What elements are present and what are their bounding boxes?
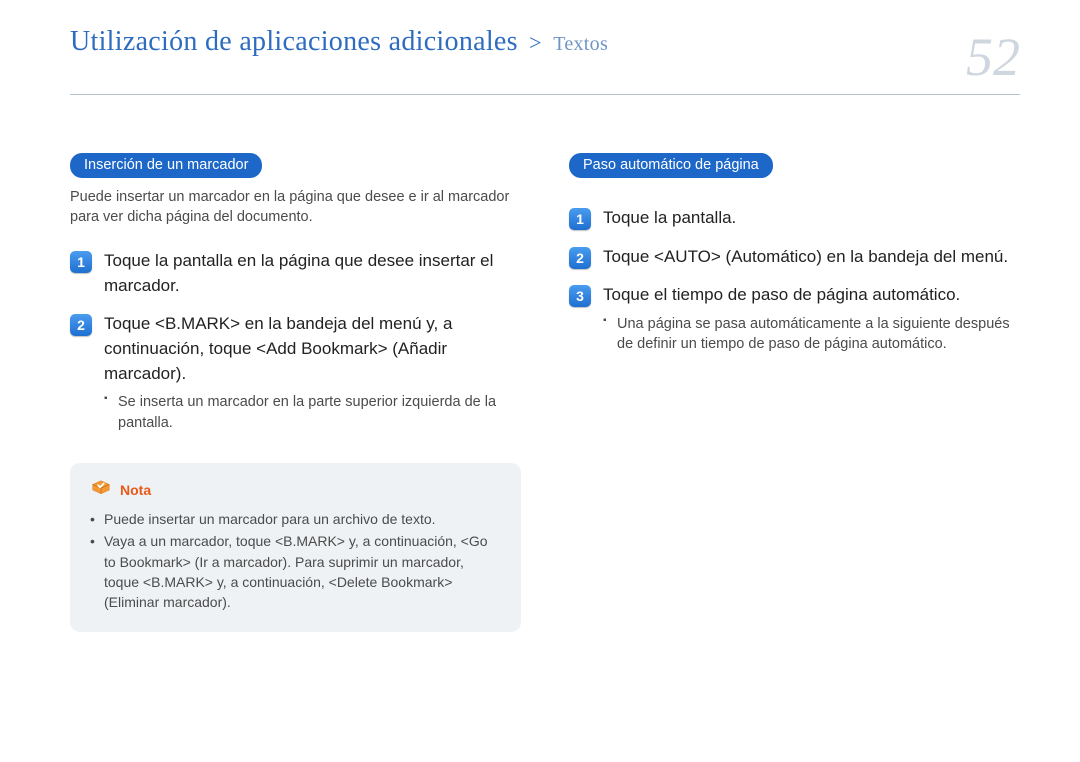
- step-number-badge: 1: [70, 251, 92, 273]
- section-pill-autopage: Paso automático de página: [569, 153, 773, 178]
- sublist-item: Una página se pasa automáticamente a la …: [603, 314, 1020, 355]
- note-list-item: Puede insertar un marcador para un archi…: [90, 509, 501, 529]
- steps-list-left: 1 Toque la pantalla en la página que des…: [70, 249, 521, 437]
- breadcrumb: Utilización de aplicaciones adicionales …: [70, 26, 608, 58]
- left-column: Inserción de un marcador Puede insertar …: [70, 153, 521, 632]
- step-number-badge: 2: [70, 314, 92, 336]
- note-box: Nota Puede insertar un marcador para un …: [70, 463, 521, 632]
- step-number-badge: 3: [569, 285, 591, 307]
- note-list: Puede insertar un marcador para un archi…: [90, 509, 501, 612]
- breadcrumb-sub: Textos: [553, 33, 608, 55]
- header: Utilización de aplicaciones adicionales …: [70, 26, 1020, 88]
- note-label: Nota: [120, 482, 151, 498]
- step-item: 2 Toque <AUTO> (Automático) en la bandej…: [569, 245, 1020, 270]
- breadcrumb-sep: >: [525, 30, 546, 55]
- sublist-item: Se inserta un marcador en la parte super…: [104, 392, 521, 433]
- step-text: Toque la pantalla.: [603, 206, 736, 231]
- step-text: Toque <B.MARK> en la bandeja del menú y,…: [104, 312, 521, 386]
- section-pill-bookmark: Inserción de un marcador: [70, 153, 262, 178]
- right-column: Paso automático de página 1 Toque la pan…: [569, 153, 1020, 632]
- step-item: 2 Toque <B.MARK> en la bandeja del menú …: [70, 312, 521, 437]
- page: Utilización de aplicaciones adicionales …: [0, 0, 1080, 762]
- step-item: 3 Toque el tiempo de paso de página auto…: [569, 283, 1020, 358]
- note-icon: [90, 479, 112, 501]
- step-text: Toque <AUTO> (Automático) en la bandeja …: [603, 245, 1008, 270]
- note-list-item: Vaya a un marcador, toque <B.MARK> y, a …: [90, 531, 501, 612]
- step-number-badge: 2: [569, 247, 591, 269]
- note-head: Nota: [90, 479, 501, 501]
- breadcrumb-main: Utilización de aplicaciones adicionales: [70, 26, 518, 57]
- step-item: 1 Toque la pantalla.: [569, 206, 1020, 231]
- step-sublist: Una página se pasa automáticamente a la …: [603, 314, 1020, 355]
- content-columns: Inserción de un marcador Puede insertar …: [70, 153, 1020, 632]
- step-number-badge: 1: [569, 208, 591, 230]
- section-intro: Puede insertar un marcador en la página …: [70, 188, 521, 227]
- steps-list-right: 1 Toque la pantalla. 2 Toque <AUTO> (Aut…: [569, 206, 1020, 359]
- step-item: 1 Toque la pantalla en la página que des…: [70, 249, 521, 298]
- step-sublist: Se inserta un marcador en la parte super…: [104, 392, 521, 433]
- page-number: 52: [966, 26, 1020, 88]
- step-text: Toque la pantalla en la página que desee…: [104, 249, 521, 298]
- header-divider: [70, 94, 1020, 95]
- step-text: Toque el tiempo de paso de página automá…: [603, 283, 1020, 308]
